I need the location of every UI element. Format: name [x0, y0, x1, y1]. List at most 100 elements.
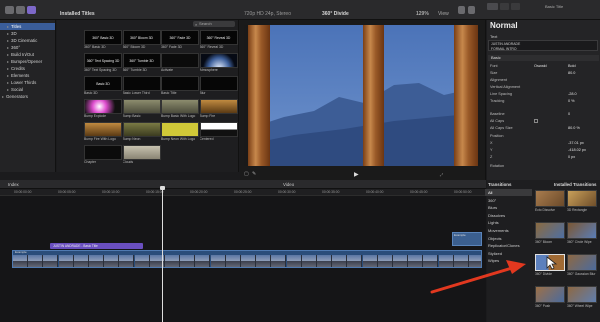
zoom-level[interactable]: 129% [416, 11, 429, 17]
ruler-tick-label: 00:00:45:00 [410, 190, 428, 194]
title-tile[interactable]: Chapter [84, 145, 122, 166]
transition-tile-label: 3D Rectangle [567, 208, 587, 212]
weight-value[interactable]: Bold [568, 63, 576, 69]
viewer-video[interactable] [244, 25, 480, 166]
transition-category-item[interactable]: All [485, 189, 532, 196]
transition-tile[interactable]: 3D Rectangle [567, 190, 597, 213]
transition-category-item[interactable]: Replicator/Clones [485, 242, 532, 249]
title-tile-label: 360° Bloom 3D [122, 45, 146, 49]
sidebar-item-3d[interactable]: 3D [0, 30, 55, 37]
search-input[interactable]: Search [193, 21, 235, 27]
title-tile[interactable]: 360° Text Spacing 3D 360° Text Spacing 3D [84, 53, 122, 74]
sidebar-item-elements[interactable]: Elements [0, 72, 55, 79]
playhead-handle[interactable] [160, 186, 165, 190]
pos-y-value[interactable]: -418.02 px [568, 147, 586, 153]
title-tile[interactable]: Atmosphere [199, 53, 238, 74]
position-row: Position [490, 133, 598, 139]
timeline-track-menu[interactable]: Video [283, 182, 294, 187]
all-caps-size-value[interactable]: 80.0 % [568, 125, 580, 131]
inspector-tab-video-icon[interactable] [500, 3, 509, 10]
fullscreen-toggle-icon[interactable]: ⤢ [440, 172, 443, 177]
ruler-tick-label: 00:00:35:00 [322, 190, 340, 194]
enhance-icon[interactable] [458, 6, 465, 14]
transform-icon[interactable]: ▢ [244, 171, 249, 177]
installed-transitions-header: Installed Transitions [554, 182, 597, 187]
index-button[interactable]: Index [8, 182, 19, 187]
sidebar-item-generators[interactable]: Generators [0, 93, 55, 100]
transition-tile[interactable]: Ecto Dissolve [535, 190, 565, 213]
title-tile[interactable]: Bump Basic With Logo [161, 99, 199, 120]
size-value[interactable]: 80.0 [568, 70, 575, 76]
title-tile[interactable]: Basic Lower Third [122, 76, 161, 97]
sidebar-item-3d-cinematic[interactable]: 3D Cinematic [0, 37, 55, 44]
photos-icon[interactable] [16, 6, 25, 14]
view-menu[interactable]: View [438, 11, 449, 17]
title-tile-label: Basic Lower Third [122, 91, 150, 95]
sidebar-item-credits[interactable]: Credits [0, 65, 55, 72]
tracking-value[interactable]: 0 % [568, 98, 575, 104]
title-thumbnail: 360° Reveal 3D [199, 30, 238, 45]
viewer-controls: ▢ ✎ ▶ ⤢ [244, 170, 480, 179]
title-tile[interactable]: Centered [199, 122, 238, 143]
font-value[interactable]: Oswald [534, 63, 547, 69]
transition-category-item[interactable]: Objects [485, 235, 532, 242]
playhead[interactable] [162, 186, 163, 322]
line-spacing-value[interactable]: -28.0 [568, 91, 577, 97]
title-tile[interactable]: 360° Basic 3D 360° Basic 3D [84, 30, 122, 51]
pos-z-value[interactable]: 0 px [568, 154, 575, 160]
transition-tile[interactable]: 360° Wheel Wipe [567, 286, 597, 309]
end-clip[interactable]: Example [452, 232, 482, 246]
title-clip[interactable]: JUSTIN ANDRADE - Basic Title [50, 243, 143, 249]
main-video-clip[interactable]: Example [12, 250, 482, 268]
title-tile[interactable]: Basic Title [161, 76, 199, 97]
all-caps-checkbox[interactable] [534, 119, 538, 123]
sidebar-item-360[interactable]: 360° [0, 44, 55, 51]
title-tile[interactable]: 360° Fade 3D 360° Fade 3D [161, 30, 199, 51]
vertical-alignment-label: Vertical Alignment [490, 85, 521, 89]
title-tile[interactable]: 360° Tumble 3D 360° Tumble 3D [122, 53, 161, 74]
sidebar-item-bumper-opener[interactable]: Bumper/Opener [0, 58, 55, 65]
title-tile[interactable]: Basic 3D Basic 3D [84, 76, 122, 97]
title-tile[interactable]: Blur [199, 76, 238, 97]
sidebar-item-build-in-out[interactable]: Build In/Out [0, 51, 55, 58]
transition-category-item[interactable]: Lights [485, 219, 532, 226]
timeline-ruler[interactable]: 00:00:00:00 00:00:05:00 00:00:10:00 00:00:1… [0, 189, 486, 196]
library-icon[interactable] [5, 6, 14, 14]
transition-tile[interactable]: 360° Gaussian Blur [567, 254, 597, 277]
inspector-tab-info-icon[interactable] [511, 3, 520, 10]
basic-section-header[interactable]: Basic [488, 55, 599, 61]
title-tile[interactable]: 360° Reveal 3D 360° Reveal 3D [199, 30, 238, 51]
browser-header: Installed Titles [60, 11, 95, 17]
title-tile[interactable]: Bump Fire With Logo [84, 122, 122, 143]
title-thumbnail [122, 145, 161, 160]
title-tile[interactable]: Bump Basic [122, 99, 161, 120]
transition-category-item[interactable]: Movements [485, 227, 532, 234]
all-caps-row: All Caps [490, 118, 598, 124]
transition-category-item[interactable]: Dissolves [485, 212, 532, 219]
title-tile[interactable]: 360° Bloom 3D 360° Bloom 3D [122, 30, 161, 51]
baseline-value[interactable]: 0 [568, 111, 570, 117]
title-tile[interactable]: Bump Neon [122, 122, 161, 143]
title-tile[interactable]: Activate [161, 53, 199, 74]
transition-tile[interactable]: 360° Bloom [535, 222, 565, 245]
fullscreen-icon[interactable] [468, 6, 475, 14]
title-tile-label: 360° Tumble 3D [122, 68, 147, 72]
play-icon[interactable]: ▶ [354, 171, 359, 178]
sidebar-item-social[interactable]: Social [0, 86, 55, 93]
title-tile[interactable]: Clouds [122, 145, 161, 166]
text-field[interactable]: JUSTIN ANDRADE FORMAL INTRO [488, 40, 598, 51]
titles-icon[interactable] [27, 6, 36, 14]
transition-category-item[interactable]: 360° [485, 197, 532, 204]
title-tile[interactable]: Bump Fire [199, 99, 238, 120]
inspector-tab-title-icon[interactable] [487, 3, 498, 10]
title-tile[interactable]: Bump Explode [84, 99, 122, 120]
pos-x-value[interactable]: -37.01 px [568, 140, 584, 146]
sidebar-item-lower-thirds[interactable]: Lower Thirds [0, 79, 55, 86]
transition-category-item[interactable]: Blurs [485, 204, 532, 211]
title-thumbnail [161, 99, 199, 114]
title-tile[interactable]: Bump Neon With Logo [161, 122, 199, 143]
transition-tile[interactable]: 360° Circle Wipe [567, 222, 597, 245]
crop-icon[interactable]: ✎ [252, 171, 256, 177]
sidebar-item-titles[interactable]: Titles [0, 23, 55, 30]
title-thumbnail [84, 99, 122, 114]
